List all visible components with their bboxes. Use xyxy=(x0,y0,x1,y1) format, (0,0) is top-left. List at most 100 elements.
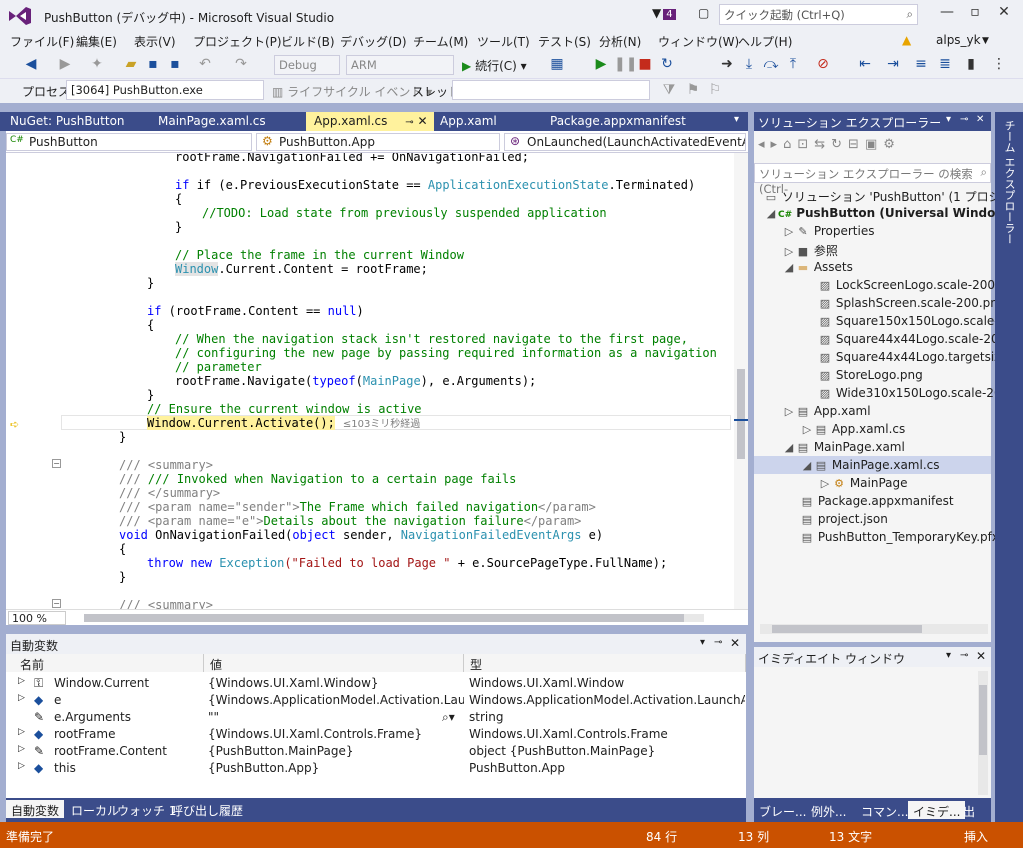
close-icon[interactable]: ✕ xyxy=(730,636,740,650)
pin-icon[interactable]: ⊸ xyxy=(405,117,413,128)
tree-file[interactable]: ▨ Square150x150Logo.scale-20 xyxy=(818,314,1014,328)
autos-row[interactable]: ▷ ◆ rootFrame {Windows.UI.Xaml.Controls.Fra… xyxy=(6,726,746,743)
member-dropdown[interactable]: ⊛ OnLaunched(LaunchActivatedEventArg xyxy=(504,133,746,151)
expand-icon[interactable]: ▷ xyxy=(18,676,25,686)
close-tab-icon[interactable]: ✕ xyxy=(417,114,427,128)
menu-test[interactable]: テスト(S) xyxy=(538,33,591,50)
tab-immediate[interactable]: イミデ... xyxy=(908,801,966,819)
autos-row[interactable]: ▷ ⚿ Window.Current {Windows.UI.Xaml.Window}… xyxy=(6,675,746,692)
forward-icon[interactable]: ▶ xyxy=(56,56,74,72)
menu-project[interactable]: プロジェクト(P) xyxy=(193,33,282,50)
close-icon[interactable]: ✕ xyxy=(976,114,984,125)
step-over-icon[interactable]: ⤼ xyxy=(762,56,780,72)
thread-flag-icon[interactable]: ⚐ xyxy=(706,82,724,98)
autos-row[interactable]: ▷ ◆ this {PushButton.App} PushButton.App xyxy=(6,760,746,777)
autos-row[interactable]: ✎ e.Arguments "" ⌕▾ string xyxy=(6,709,746,726)
horizontal-scrollbar[interactable] xyxy=(84,614,704,622)
code-editor[interactable]: ➪ − − rootFrame.NavigationFailed += OnNa… xyxy=(6,153,748,609)
save-all-icon[interactable]: ▪ xyxy=(166,56,184,72)
tab-output[interactable]: 出力 xyxy=(958,801,991,836)
close-button[interactable]: ✕ xyxy=(991,4,1017,24)
menu-tools[interactable]: ツール(T) xyxy=(477,33,530,50)
user-name[interactable]: alps_yk xyxy=(936,33,981,47)
maximize-button[interactable]: ▫ xyxy=(962,4,988,24)
zoom-dropdown[interactable]: 100 % xyxy=(8,611,66,625)
new-project-icon[interactable]: ✦ xyxy=(88,56,106,72)
collapse-all-icon[interactable]: ⊟ xyxy=(848,137,865,152)
menu-build[interactable]: ビルド(B) xyxy=(281,33,335,50)
tab-exceptions[interactable]: 例外... xyxy=(806,801,851,819)
project-dropdown[interactable]: C# PushButton xyxy=(6,133,252,151)
tree-references[interactable]: ▷ ■ 参照 xyxy=(782,242,838,259)
tab-breakpoints[interactable]: ブレー... xyxy=(754,801,811,819)
back-icon[interactable]: ◂ xyxy=(758,137,771,152)
pin-icon[interactable]: ⊸ xyxy=(714,637,722,648)
tab-app-xaml[interactable]: App.xaml xyxy=(432,112,505,131)
thread-dropdown[interactable] xyxy=(452,80,650,100)
tree-properties[interactable]: ▷ ✎ Properties xyxy=(782,224,875,238)
filter-icon[interactable]: ⧩ xyxy=(660,82,678,98)
tree-file[interactable]: ▤ project.json xyxy=(800,512,888,526)
platform-dropdown[interactable]: ARM xyxy=(346,55,454,75)
tree-file[interactable]: ▨ Square44x44Logo.targetsize- xyxy=(818,350,1012,364)
tree-project[interactable]: ◢ C# PushButton (Universal Windows) xyxy=(764,206,1019,220)
step-out-icon[interactable]: ⤒ xyxy=(784,56,802,72)
tab-command[interactable]: コマン... xyxy=(856,801,913,819)
show-next-statement-icon[interactable]: ➜ xyxy=(718,56,736,72)
tab-app-xaml-cs[interactable]: App.xaml.cs ⊸ ✕ xyxy=(306,112,434,131)
pin-icon[interactable]: ⊸ xyxy=(960,114,968,125)
solution-search-input[interactable]: ソリューション エクスプローラー の検索 (Ctrl- ⌕ xyxy=(754,163,991,196)
attach-icon[interactable]: ▦ xyxy=(548,56,566,72)
save-icon[interactable]: ▪ xyxy=(144,56,162,72)
tab-call-stack[interactable]: 呼び出し履歴 xyxy=(166,800,248,818)
menu-window[interactable]: ウィンドウ(W) xyxy=(658,33,739,50)
tab-nuget[interactable]: NuGet: PushButton xyxy=(2,112,133,131)
menu-view[interactable]: 表示(V) xyxy=(134,33,176,50)
feedback-icon[interactable]: ▢ xyxy=(698,6,709,20)
back-icon[interactable]: ◀ xyxy=(22,56,40,72)
uncomment-icon[interactable]: ≣ xyxy=(936,56,954,72)
tree-file[interactable]: ◢ ▤ MainPage.xaml xyxy=(782,440,905,454)
show-all-files-icon[interactable]: ▣ xyxy=(865,137,883,152)
redo-icon[interactable]: ↷ xyxy=(232,56,250,72)
toolbar-options-icon[interactable]: ⋮ xyxy=(990,56,1008,72)
pause-icon[interactable]: ❚❚ xyxy=(614,56,637,72)
continue-button[interactable]: ▶ 続行(C) ▾ xyxy=(462,57,527,74)
lifecycle-events-dropdown[interactable]: ▥ ライフサイクル イベント ▾ xyxy=(272,83,432,100)
close-icon[interactable]: ✕ xyxy=(976,649,986,663)
visualizer-icon[interactable]: ⌕▾ xyxy=(442,710,455,725)
dropdown-icon[interactable]: ▾ xyxy=(946,114,951,125)
chevron-down-icon[interactable]: ▼ xyxy=(982,36,989,46)
tab-list-icon[interactable]: ▾ xyxy=(734,114,739,125)
menu-edit[interactable]: 編集(E) xyxy=(76,33,117,50)
expand-icon[interactable]: ▷ xyxy=(18,761,25,771)
tree-file[interactable]: ▨ Wide310x150Logo.scale-200 xyxy=(818,386,1009,400)
notifications-button[interactable]: ▼ 4 xyxy=(652,6,676,20)
scrollbar-thumb[interactable] xyxy=(979,685,987,755)
solution-toolbar[interactable]: ◂▸⌂⊡⇆↻⊟▣⚙ xyxy=(758,137,901,152)
tree-file[interactable]: ▨ SplashScreen.scale-200.png xyxy=(818,296,1006,310)
tab-autos[interactable]: 自動変数 xyxy=(6,800,65,818)
configuration-dropdown[interactable]: Debug xyxy=(274,55,340,75)
tab-mainpage-xaml-cs[interactable]: MainPage.xaml.cs xyxy=(150,112,274,131)
scrollbar-thumb[interactable] xyxy=(737,369,745,459)
quick-launch-input[interactable]: クイック起動 (Ctrl+Q) ⌕ xyxy=(719,4,918,25)
class-dropdown[interactable]: ⚙ PushButton.App xyxy=(256,133,500,151)
tab-package-appxmanifest[interactable]: Package.appxmanifest xyxy=(542,112,694,131)
stop-icon[interactable]: ■ xyxy=(636,56,654,72)
menu-help[interactable]: ヘルプ(H) xyxy=(738,33,792,50)
menu-file[interactable]: ファイル(F) xyxy=(10,33,74,50)
menu-analyze[interactable]: 分析(N) xyxy=(599,33,641,50)
tree-class[interactable]: ▷ ⚙ MainPage xyxy=(818,476,908,490)
step-into-icon[interactable]: ⤓ xyxy=(740,56,758,72)
menu-debug[interactable]: デバッグ(D) xyxy=(340,33,407,50)
undo-icon[interactable]: ↶ xyxy=(196,56,214,72)
collapse-icon[interactable]: − xyxy=(52,459,61,468)
flag-icon[interactable]: ⚑ xyxy=(684,82,702,98)
tree-solution[interactable]: ▭ ソリューション 'PushButton' (1 プロジェクト) xyxy=(764,188,1023,205)
autos-row[interactable]: ▷ ✎ rootFrame.Content {PushButton.MainPage}… xyxy=(6,743,746,760)
indent-icon[interactable]: ⇤ xyxy=(856,56,874,72)
forward-icon[interactable]: ▸ xyxy=(771,137,784,152)
collapse-icon[interactable]: − xyxy=(52,599,61,608)
vertical-scrollbar[interactable] xyxy=(978,671,988,795)
